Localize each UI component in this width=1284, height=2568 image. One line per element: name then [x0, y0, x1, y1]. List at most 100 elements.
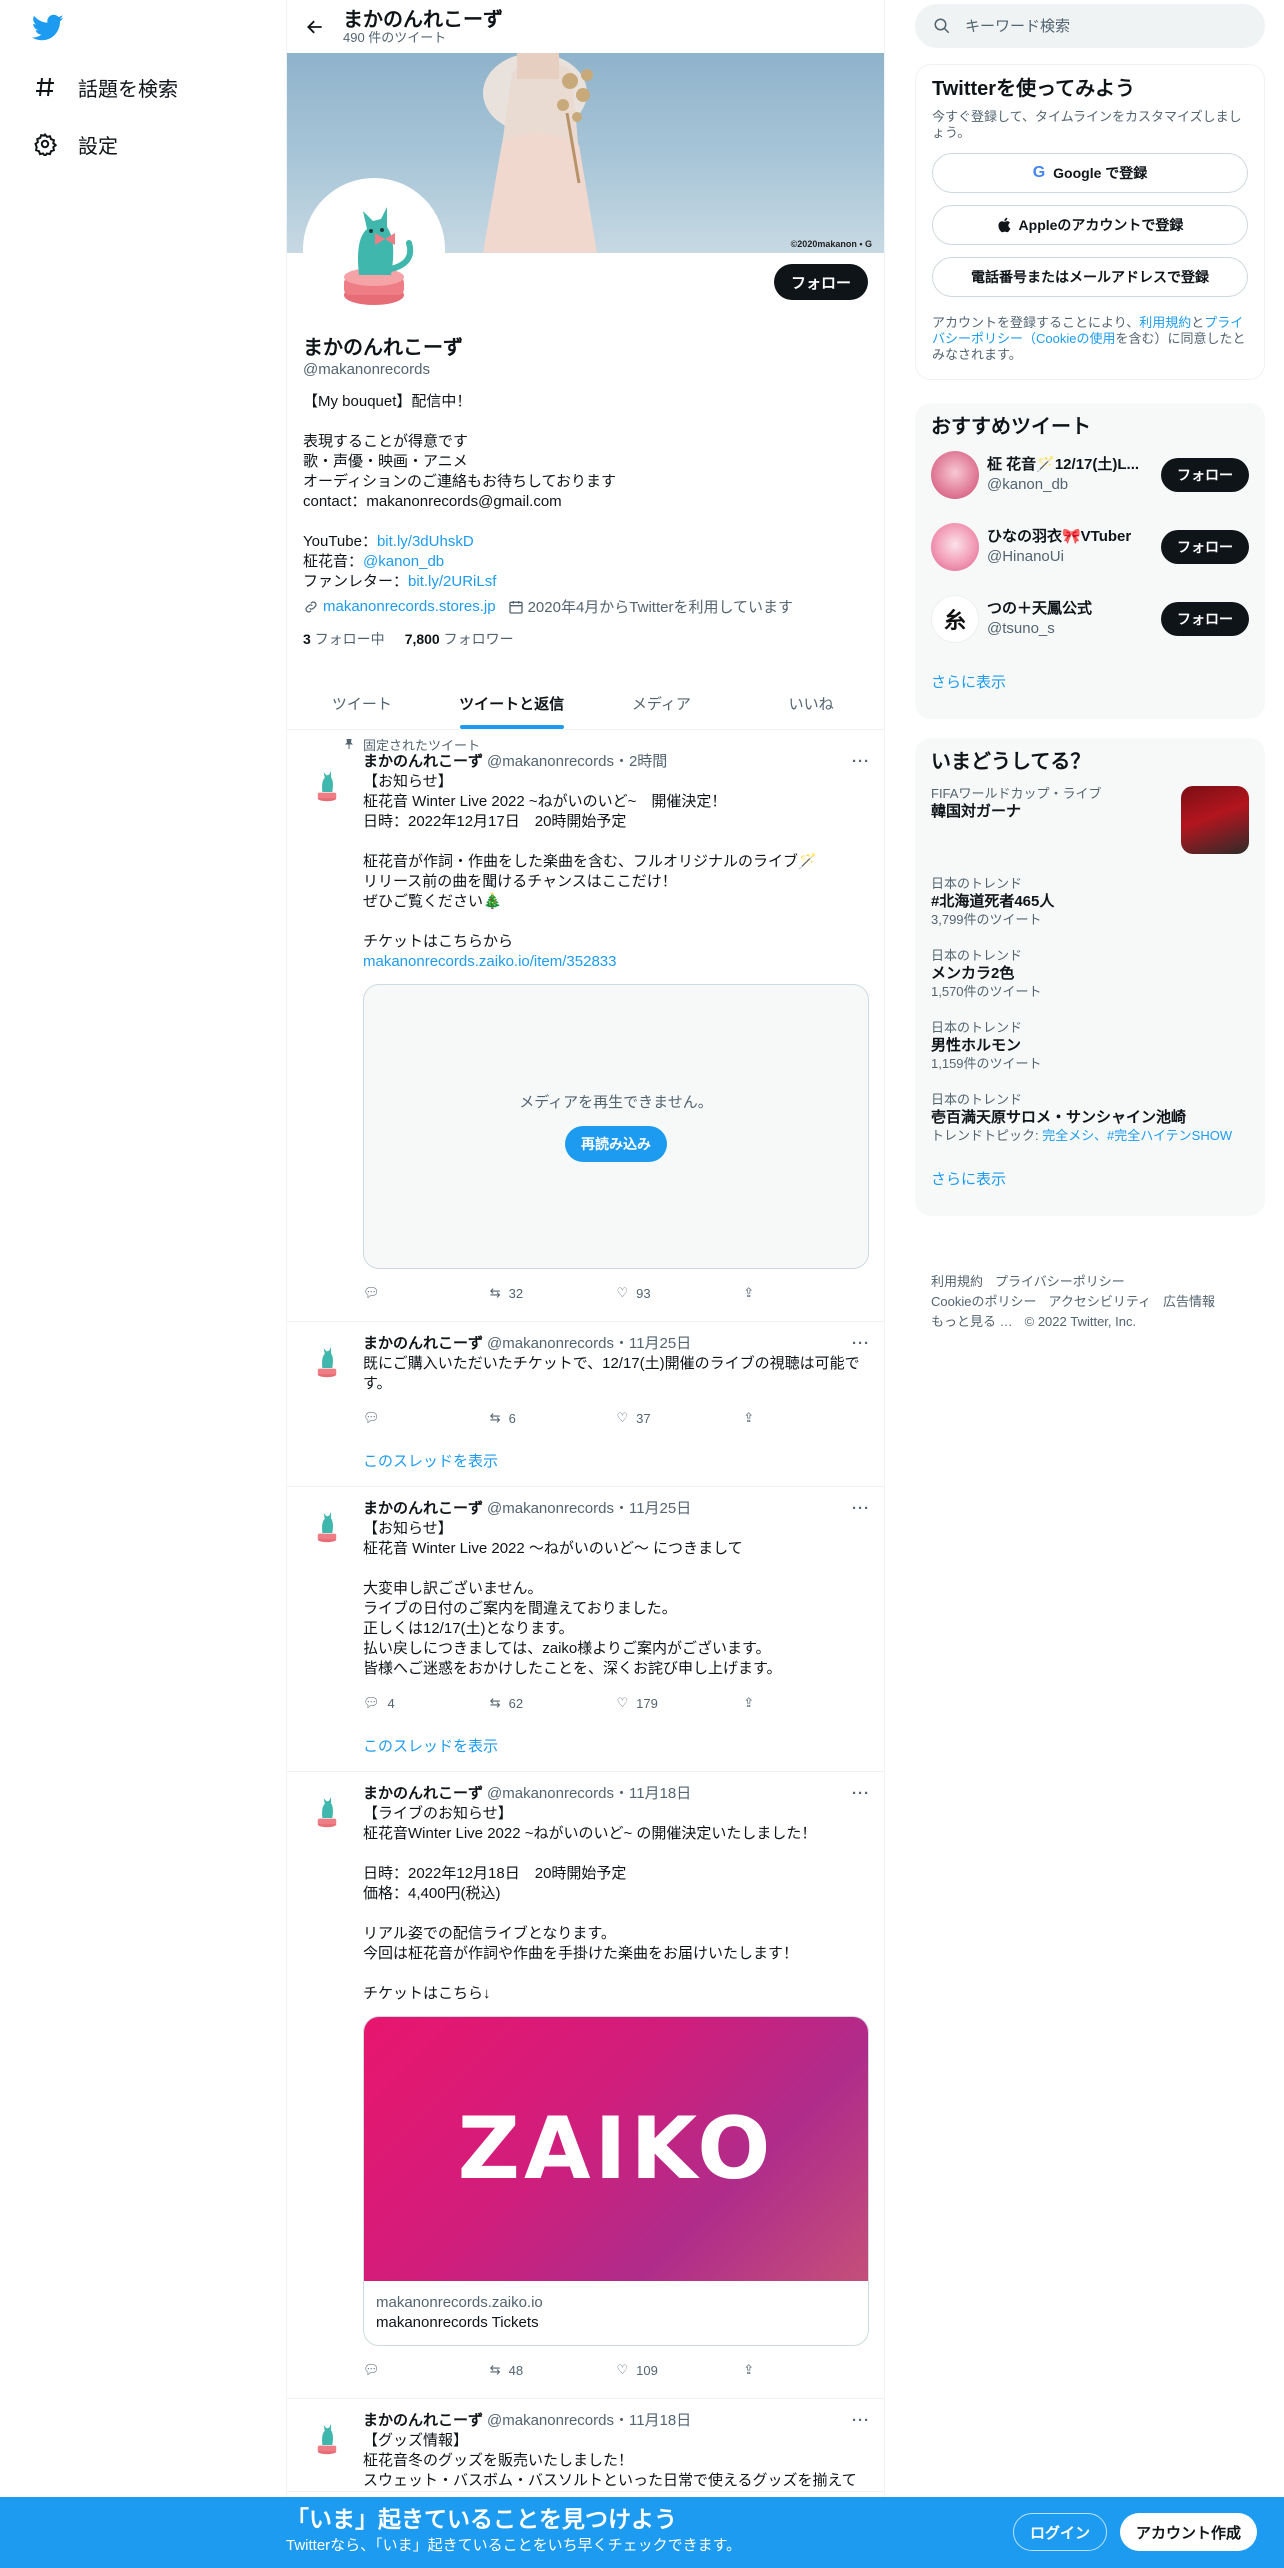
tweet[interactable]: まかのんれこーず @makanonrecords・11月25日 ··· 【お知ら…: [287, 1487, 884, 1772]
like-button[interactable]: ♡ 37: [617, 1410, 744, 1426]
tab-likes[interactable]: いいね: [736, 677, 884, 729]
follow-account-button[interactable]: フォロー: [1161, 530, 1249, 564]
footer-cookie-link[interactable]: Cookieのポリシー: [931, 1294, 1036, 1309]
follow-account-button[interactable]: フォロー: [1161, 458, 1249, 492]
profile-avatar[interactable]: [303, 178, 445, 320]
more-icon[interactable]: ···: [852, 1499, 870, 1519]
tweet[interactable]: まかのんれこーず @makanonrecords・11月18日 ··· 【グッズ…: [287, 2399, 884, 2492]
show-thread-link[interactable]: このスレッドを表示: [363, 1719, 870, 1771]
footer-more-link[interactable]: もっと見る …: [931, 1314, 1013, 1329]
reply-button[interactable]: 💬︎: [363, 2362, 490, 2378]
trend-category: 日本のトレンド: [931, 876, 1023, 891]
create-account-button[interactable]: アカウント作成: [1120, 2513, 1258, 2551]
recommended-account[interactable]: ひなの羽衣🎀VTuber @HinanoUi フォロー: [931, 511, 1249, 583]
bio-youtube-line: YouTube：bit.ly/3dUhskD: [303, 532, 873, 552]
account-avatar[interactable]: [931, 523, 979, 571]
tweet-author-name[interactable]: まかのんれこーず: [363, 1334, 483, 1354]
share-button[interactable]: ⇪: [743, 1410, 870, 1426]
account-avatar[interactable]: [931, 451, 979, 499]
follow-button[interactable]: フォロー: [773, 264, 868, 300]
tweet-avatar[interactable]: [303, 1786, 351, 1834]
trend-topic-links[interactable]: 完全メシ、#完全ハイテンSHOW: [1042, 1128, 1232, 1143]
following-count[interactable]: 3 フォロー中: [303, 629, 385, 649]
tweet-avatar[interactable]: [303, 760, 351, 808]
footer-privacy-link[interactable]: プライバシーポリシー: [995, 1274, 1125, 1289]
account-avatar[interactable]: ⽷: [931, 595, 979, 643]
search-box[interactable]: [915, 4, 1265, 48]
tweet[interactable]: まかのんれこーず @makanonrecords・11月18日 ··· 【ライブ…: [287, 1772, 884, 2399]
footer-accessibility-link[interactable]: アクセシビリティ: [1048, 1294, 1151, 1309]
retweet-button[interactable]: ⇆ 32: [490, 1285, 617, 1301]
tab-media[interactable]: メディア: [587, 677, 737, 729]
followers-count[interactable]: 7,800 フォロワー: [405, 629, 514, 649]
nav-explore[interactable]: 話題を検索: [32, 67, 178, 107]
footer-ads-link[interactable]: 広告情報: [1163, 1294, 1215, 1309]
media-unavailable-card: メディアを再生できません。 再読み込み: [363, 984, 869, 1269]
reply-button[interactable]: 💬︎: [363, 1285, 490, 1301]
more-icon[interactable]: ···: [852, 752, 870, 772]
reload-button[interactable]: 再読み込み: [565, 1126, 667, 1162]
follow-account-button[interactable]: フォロー: [1161, 602, 1249, 636]
tweet-pinned[interactable]: 固定されたツイート まかのんれこーず @makanonrecords・2時間 ·…: [287, 730, 884, 1322]
share-button[interactable]: ⇪: [743, 2362, 870, 2378]
like-button[interactable]: ♡ 179: [617, 1695, 744, 1711]
more-icon[interactable]: ···: [852, 1784, 870, 1804]
apple-signup-button[interactable]: Appleのアカウントで登録: [932, 205, 1248, 245]
tweet-actions: 💬︎ ⇆ 6 ♡ 37 ⇪: [363, 1402, 870, 1434]
more-icon[interactable]: ···: [852, 1334, 870, 1354]
profile-handle: @makanonrecords: [303, 361, 430, 378]
website-link[interactable]: makanonrecords.stores.jp: [323, 598, 496, 615]
show-more-link[interactable]: さらに表示: [931, 655, 1249, 707]
trend-item[interactable]: 日本のトレンド 壱百満天原サロメ・サンシャイン池崎 トレンドトピック: 完全メシ…: [931, 1080, 1249, 1152]
like-button[interactable]: ♡ 93: [617, 1285, 744, 1301]
share-button[interactable]: ⇪: [743, 1695, 870, 1711]
trend-item[interactable]: FIFAワールドカップ・ライブ 韓国対ガーナ: [931, 774, 1249, 864]
tweet-text: 【お知らせ】 柾花音 Winter Live 2022 ~ねがいのいど~ 開催決定…: [363, 772, 870, 972]
tab-tweets-and-replies[interactable]: ツイートと返信: [437, 677, 587, 729]
tweet-author-name[interactable]: まかのんれこーず: [363, 752, 483, 772]
google-signup-button[interactable]: G Google で登録: [932, 153, 1248, 193]
share-button[interactable]: ⇪: [743, 1285, 870, 1301]
retweet-button[interactable]: ⇆ 48: [490, 2362, 617, 2378]
tweet-author-name[interactable]: まかのんれこーず: [363, 1784, 483, 1804]
kanon-mention-link[interactable]: @kanon_db: [363, 553, 444, 570]
phone-email-signup-button[interactable]: 電話番号またはメールアドレスで登録: [932, 257, 1248, 297]
youtube-link[interactable]: bit.ly/3dUhskD: [377, 533, 474, 550]
footer-terms-link[interactable]: 利用規約: [931, 1274, 983, 1289]
terms-link[interactable]: 利用規約: [1139, 315, 1191, 330]
tab-tweets[interactable]: ツイート: [287, 677, 437, 729]
tweet-avatar[interactable]: [303, 1501, 351, 1549]
tweet-author-name[interactable]: まかのんれこーず: [363, 1499, 483, 1519]
tweet-actions: 💬︎ ⇆ 32 ♡ 93 ⇪: [363, 1277, 870, 1309]
recommended-account[interactable]: ⽷ つの＋天鳳公式 @tsuno_s フォロー: [931, 583, 1249, 655]
twitter-logo-icon[interactable]: [31, 14, 64, 42]
tweet-avatar[interactable]: [303, 1336, 351, 1384]
tweet-header: まかのんれこーず @makanonrecords・2時間 ···: [363, 752, 870, 772]
nav-settings[interactable]: 設定: [32, 124, 118, 164]
signup-title: Twitterを使ってみよう: [932, 78, 1136, 100]
tweet-link[interactable]: makanonrecords.zaiko.io/item/352833: [363, 952, 870, 972]
tweet[interactable]: まかのんれこーず @makanonrecords・11月25日 ··· 既にご購…: [287, 1322, 884, 1487]
tweet-actions: 💬︎ ⇆ 48 ♡ 109 ⇪: [363, 2354, 870, 2386]
back-arrow-icon[interactable]: [287, 0, 343, 53]
trend-name: メンカラ2色: [931, 965, 1015, 982]
fanletter-link[interactable]: bit.ly/2URiLsf: [408, 573, 496, 590]
more-icon[interactable]: ···: [852, 2411, 870, 2431]
login-button[interactable]: ログイン: [1013, 2513, 1108, 2551]
recommended-account[interactable]: 柾 花音🪄12/17(土)L... @kanon_db フォロー: [931, 439, 1249, 511]
reply-button[interactable]: 💬︎: [363, 1410, 490, 1426]
retweet-button[interactable]: ⇆ 62: [490, 1695, 617, 1711]
search-input[interactable]: [965, 17, 1225, 35]
tweet-avatar[interactable]: [303, 2413, 351, 2461]
trend-item[interactable]: 日本のトレンド メンカラ2色 1,570件のツイート: [931, 936, 1249, 1008]
show-thread-link[interactable]: このスレッドを表示: [363, 1434, 870, 1486]
bio-fanletter-label: ファンレター：: [303, 573, 409, 590]
trend-item[interactable]: 日本のトレンド #北海道死者465人 3,799件のツイート: [931, 864, 1249, 936]
like-button[interactable]: ♡ 109: [617, 2362, 744, 2378]
link-preview-card[interactable]: ZAIKO makanonrecords.zaiko.io makanonrec…: [363, 2016, 869, 2346]
show-more-link[interactable]: さらに表示: [931, 1152, 1249, 1204]
tweet-author-name[interactable]: まかのんれこーず: [363, 2411, 483, 2431]
reply-button[interactable]: 💬︎ 4: [363, 1695, 490, 1711]
trend-item[interactable]: 日本のトレンド 男性ホルモン 1,159件のツイート: [931, 1008, 1249, 1080]
retweet-button[interactable]: ⇆ 6: [490, 1410, 617, 1426]
